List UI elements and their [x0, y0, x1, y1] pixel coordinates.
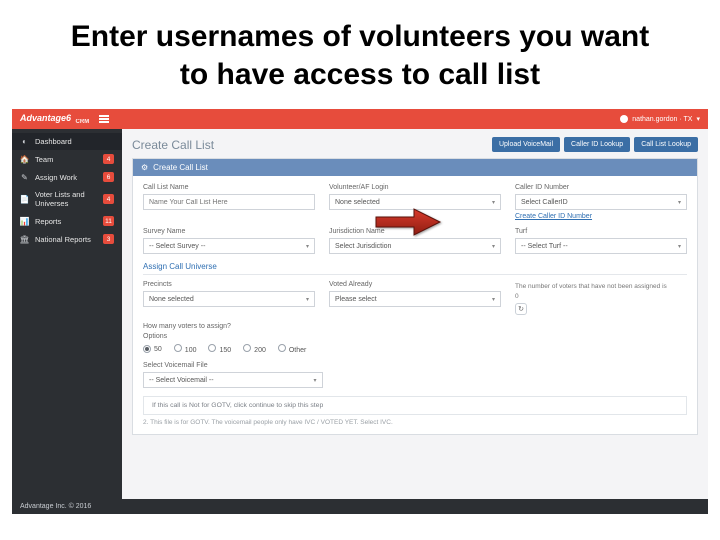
chevron-down-icon: ▾: [696, 115, 700, 123]
sidebar-item-dashboard[interactable]: ◐ Dashboard: [12, 133, 122, 150]
count-badge: 4: [103, 154, 114, 164]
dashboard-icon: ◐: [20, 137, 29, 146]
upload-voicemail-button[interactable]: Upload VoiceMail: [492, 137, 560, 152]
precincts-select[interactable]: None selected▾: [143, 291, 315, 307]
precincts-label: Precincts: [143, 281, 315, 288]
slide-title: Enter usernames of volunteers you want t…: [0, 0, 720, 105]
page-title: Create Call List: [132, 138, 214, 152]
sidebar-item-label: Reports: [35, 217, 61, 226]
survey-name-label: Survey Name: [143, 228, 315, 235]
unassigned-count: 0: [515, 293, 687, 300]
sidebar-item-voter-lists[interactable]: 📄 Voter Lists and Universes 4: [12, 186, 122, 212]
user-icon: [620, 115, 628, 123]
caller-id-lookup-button[interactable]: Caller ID Lookup: [564, 137, 630, 152]
jurisdiction-select[interactable]: Select Jurisdiction▾: [329, 238, 501, 254]
call-list-lookup-button[interactable]: Call List Lookup: [634, 137, 698, 152]
sidebar-item-label: National Reports: [35, 235, 91, 244]
jurisdiction-name-label: Jurisdiction Name: [329, 228, 501, 235]
pencil-icon: ✎: [20, 173, 29, 182]
topbar: Advantage6 CRM nathan.gordon · TX ▾: [12, 109, 708, 129]
voicemail-file-select[interactable]: -- Select Voicemail --▾: [143, 372, 323, 388]
chevron-down-icon: ▾: [314, 377, 317, 384]
user-menu[interactable]: nathan.gordon · TX ▾: [620, 115, 700, 123]
sidebar-item-team[interactable]: 🏠 Team 4: [12, 150, 122, 168]
option-150[interactable]: 150: [208, 344, 231, 354]
volunteer-login-label: Volunteer/AF Login: [329, 184, 501, 191]
document-icon: 📄: [20, 195, 29, 204]
voted-already-select[interactable]: Please select▾: [329, 291, 501, 307]
turf-label: Turf: [515, 228, 687, 235]
sidebar-item-label: Team: [35, 155, 53, 164]
sidebar-item-national-reports[interactable]: 🏛 National Reports 3: [12, 230, 122, 248]
sidebar-item-label: Dashboard: [35, 137, 72, 146]
create-caller-id-link[interactable]: Create Caller ID Number: [515, 213, 592, 220]
voter-count-options: 50 100 150 200 Other: [143, 344, 687, 354]
sidebar-item-label: Voter Lists and Universes: [35, 190, 97, 208]
sidebar: ◐ Dashboard 🏠 Team 4 ✎ Assign Work 6 📄 V…: [12, 129, 122, 499]
main-content: Create Call List Upload VoiceMail Caller…: [122, 129, 708, 499]
voted-already-label: Voted Already: [329, 281, 501, 288]
survey-name-select[interactable]: -- Select Survey --▾: [143, 238, 315, 254]
create-call-list-panel: ⚙ Create Call List Call List Name Volunt…: [132, 158, 698, 435]
user-name: nathan.gordon · TX: [632, 116, 692, 123]
sidebar-item-label: Assign Work: [35, 173, 77, 182]
option-other[interactable]: Other: [278, 344, 307, 354]
building-icon: 🏛: [20, 235, 29, 244]
count-badge: 4: [103, 194, 114, 204]
skip-note: If this call is Not for GOTV, click cont…: [143, 396, 687, 415]
chevron-down-icon: ▾: [492, 296, 495, 303]
sidebar-item-assign-work[interactable]: ✎ Assign Work 6: [12, 168, 122, 186]
footer: Advantage Inc. © 2016: [12, 499, 708, 514]
how-many-voters-label: How many voters to assign?: [143, 323, 687, 330]
option-100[interactable]: 100: [174, 344, 197, 354]
gear-icon: ⚙: [141, 163, 148, 172]
chevron-down-icon: ▾: [306, 243, 309, 250]
chevron-down-icon: ▾: [678, 243, 681, 250]
options-label: Options: [143, 333, 687, 340]
chevron-down-icon: ▾: [492, 199, 495, 206]
caller-id-label: Caller ID Number: [515, 184, 687, 191]
option-50[interactable]: 50: [143, 345, 162, 353]
hamburger-icon[interactable]: [99, 115, 109, 123]
assign-universe-section-title: Assign Call Universe: [143, 262, 687, 275]
gotv-note: 2. This file is for GOTV. The voicemail …: [143, 419, 687, 426]
volunteer-login-select[interactable]: None selected▾: [329, 194, 501, 210]
count-badge: 3: [103, 234, 114, 244]
turf-select[interactable]: -- Select Turf --▾: [515, 238, 687, 254]
chevron-down-icon: ▾: [678, 199, 681, 206]
chevron-down-icon: ▾: [306, 296, 309, 303]
call-list-name-input[interactable]: [143, 194, 315, 210]
unassigned-note: The number of voters that have not been …: [515, 283, 667, 290]
refresh-button[interactable]: ↻: [515, 303, 527, 315]
count-badge: 6: [103, 172, 114, 182]
panel-title: Create Call List: [153, 163, 208, 172]
count-badge: 11: [103, 216, 114, 226]
home-icon: 🏠: [20, 155, 29, 164]
chart-icon: 📊: [20, 217, 29, 226]
logo: Advantage6 CRM: [20, 113, 89, 126]
call-list-name-label: Call List Name: [143, 184, 315, 191]
voicemail-file-label: Select Voicemail File: [143, 362, 323, 369]
caller-id-select[interactable]: Select CallerID▾: [515, 194, 687, 210]
chevron-down-icon: ▾: [492, 243, 495, 250]
app-window: Advantage6 CRM nathan.gordon · TX ▾ ◐ Da…: [12, 109, 708, 499]
sidebar-item-reports[interactable]: 📊 Reports 11: [12, 212, 122, 230]
option-200[interactable]: 200: [243, 344, 266, 354]
